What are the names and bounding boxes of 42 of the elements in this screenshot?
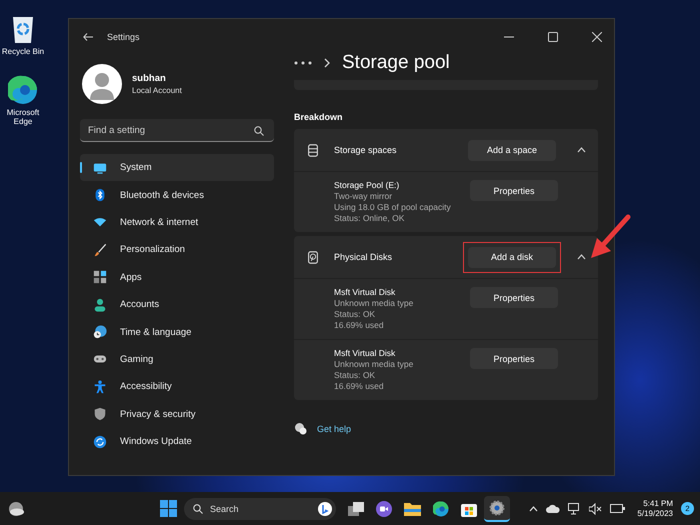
sidebar-item[interactable]: Privacy & security	[80, 400, 274, 428]
sidebar-item[interactable]: Apps	[80, 264, 274, 291]
sidebar-item[interactable]: Accessibility	[80, 373, 274, 401]
sidebar-item[interactable]: System	[80, 154, 274, 182]
group-title: Physical Disks	[334, 252, 392, 262]
account-type: Local Account	[132, 86, 182, 95]
properties-button[interactable]: Properties	[470, 287, 558, 308]
item-detail: Using 18.0 GB of pool capacity	[334, 202, 451, 212]
clock-time[interactable]: 5:41 PM	[643, 499, 673, 508]
group-title: Storage spaces	[334, 145, 397, 155]
sidebar-item[interactable]: Windows Update	[80, 428, 274, 456]
item-name: Msft Virtual Disk	[334, 348, 396, 358]
item-detail: 16.69% used	[334, 381, 385, 391]
desktop-icon-label[interactable]: Microsoft Edge	[1, 108, 45, 127]
sidebar-item[interactable]: Accounts	[80, 290, 274, 318]
sidebar-item[interactable]: Gaming	[80, 346, 274, 374]
properties-button[interactable]: Properties	[470, 180, 558, 201]
item-detail: 16.69% used	[334, 320, 385, 330]
taskbar-search-field[interactable]: Search	[184, 498, 336, 520]
sidebar-item[interactable]: Personalization	[80, 236, 274, 264]
item-detail: Status: Online, OK	[334, 213, 406, 223]
item-detail: Two-way mirror	[334, 191, 394, 201]
item-detail: Status: OK	[334, 370, 376, 380]
sidebar-item[interactable]: Time & language	[80, 318, 274, 346]
sidebar-item[interactable]: Network & internet	[80, 208, 274, 236]
item-detail: Unknown media type	[334, 359, 414, 369]
section-heading: Breakdown	[294, 112, 344, 122]
sidebar-item[interactable]: Bluetooth & devices	[80, 181, 274, 209]
item-name: Msft Virtual Disk	[334, 287, 396, 297]
window-title: Settings	[107, 32, 140, 42]
clock-date[interactable]: 5/19/2023	[637, 509, 673, 518]
properties-button[interactable]: Properties	[470, 348, 558, 369]
desktop-icon-label[interactable]: Recycle Bin	[2, 47, 44, 57]
user-name: subhan	[132, 73, 167, 84]
help-link[interactable]: Get help	[317, 424, 352, 434]
action-button[interactable]: Add a disk	[468, 246, 556, 268]
settings-search-field[interactable]: Find a setting	[80, 119, 274, 142]
item-detail: Status: OK	[334, 309, 376, 319]
page-title: Storage pool	[342, 52, 450, 74]
item-name: Storage Pool (E:)	[334, 180, 400, 190]
item-detail: Unknown media type	[334, 298, 414, 308]
action-button[interactable]: Add a space	[468, 140, 556, 160]
